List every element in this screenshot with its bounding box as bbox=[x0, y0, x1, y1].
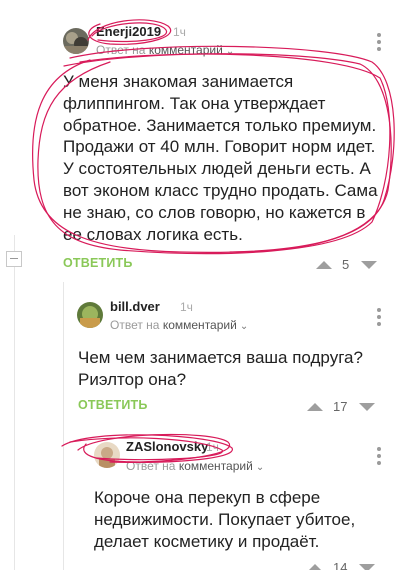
rating-controls: 14 bbox=[307, 560, 376, 570]
avatar-image bbox=[63, 28, 89, 54]
reply-button[interactable]: ОТВЕТИТЬ bbox=[63, 256, 133, 270]
comment-text: Короче она перекуп в сфере недвижимости.… bbox=[94, 488, 356, 551]
avatar-image bbox=[77, 302, 103, 328]
reply-target-link[interactable]: комментарий bbox=[149, 43, 223, 57]
downvote-icon[interactable] bbox=[359, 563, 376, 570]
upvote-icon[interactable] bbox=[307, 563, 323, 570]
comment-text: Чем чем занимается ваша подруга? Риэлтор… bbox=[78, 348, 363, 389]
chevron-down-icon[interactable]: ⌄ bbox=[240, 321, 248, 332]
more-options-icon[interactable] bbox=[377, 447, 381, 468]
username[interactable]: bill.dver bbox=[110, 299, 160, 314]
rating-count: 5 bbox=[342, 257, 350, 272]
reply-to-line[interactable]: Ответ на комментарий ⌄ bbox=[110, 318, 248, 332]
upvote-icon[interactable] bbox=[307, 402, 323, 411]
comment-text: У меня знакомая занимается флиппингом. Т… bbox=[63, 72, 378, 244]
username[interactable]: ZASlonovsky bbox=[126, 439, 208, 454]
comment-2: bill.dver 1ч Ответ на комментарий ⌄ Чем ч… bbox=[0, 280, 400, 420]
more-options-icon[interactable] bbox=[377, 308, 381, 329]
timestamp: 1ч bbox=[173, 25, 186, 39]
downvote-icon[interactable] bbox=[359, 402, 376, 411]
reply-prefix: Ответ на bbox=[110, 318, 160, 332]
reply-prefix: Ответ на bbox=[126, 459, 176, 473]
rating-controls: 5 bbox=[316, 257, 378, 272]
rating-count: 17 bbox=[333, 399, 348, 414]
reply-target-link[interactable]: комментарий bbox=[179, 459, 253, 473]
upvote-icon[interactable] bbox=[316, 260, 332, 269]
timestamp: 1ч bbox=[206, 440, 219, 454]
downvote-icon[interactable] bbox=[361, 260, 378, 269]
username[interactable]: Enerji2019 bbox=[96, 24, 161, 39]
rating-count: 14 bbox=[333, 560, 348, 570]
reply-target-link[interactable]: комментарий bbox=[163, 318, 237, 332]
comment-3: ZASlonovsky 1ч Ответ на комментарий ⌄ Кор… bbox=[0, 430, 400, 570]
chevron-down-icon[interactable]: ⌄ bbox=[256, 462, 264, 473]
comment-1: Enerji2019 1ч Ответ на комментарий ⌄ У ме… bbox=[0, 0, 400, 280]
timestamp: 1ч bbox=[180, 300, 193, 314]
more-options-icon[interactable] bbox=[377, 33, 381, 54]
reply-to-line[interactable]: Ответ на комментарий ⌄ bbox=[96, 43, 234, 57]
avatar-image bbox=[94, 442, 120, 468]
rating-controls: 17 bbox=[307, 399, 376, 414]
avatar[interactable] bbox=[77, 302, 103, 328]
avatar[interactable] bbox=[63, 28, 89, 54]
reply-button[interactable]: ОТВЕТИТЬ bbox=[78, 398, 148, 412]
reply-to-line[interactable]: Ответ на комментарий ⌄ bbox=[126, 459, 264, 473]
reply-prefix: Ответ на bbox=[96, 43, 146, 57]
chevron-down-icon[interactable]: ⌄ bbox=[226, 46, 234, 57]
avatar[interactable] bbox=[94, 442, 120, 468]
